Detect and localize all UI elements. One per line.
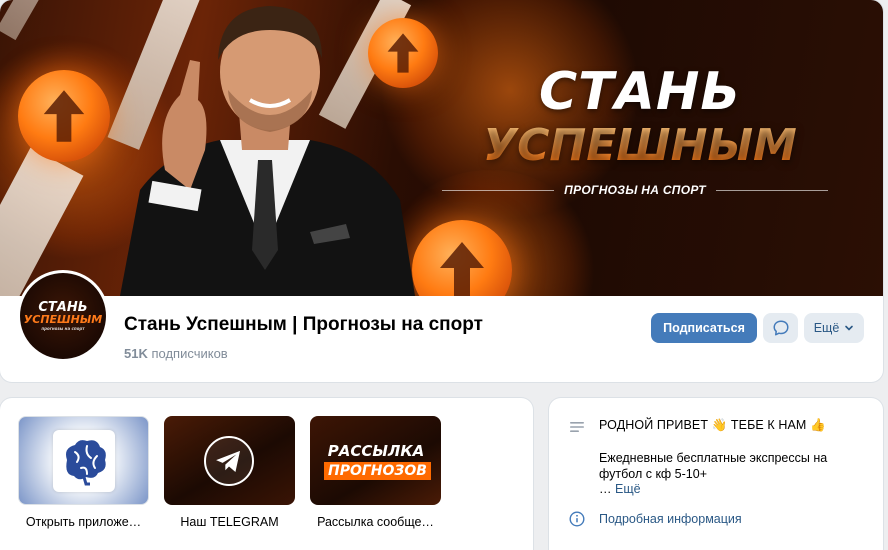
- group-description: Ежедневные бесплатные экспрессы на футбо…: [599, 451, 828, 481]
- telegram-plane-icon: [216, 450, 241, 473]
- cover-headline-line2: УСПЕШНЫМ: [440, 120, 840, 171]
- app-icon-frame: [53, 430, 115, 492]
- apps-card: Открыть приложе… Наш TELEGRAM РАССЫЛКА П…: [0, 398, 533, 550]
- cover-subline-text: ПРОГНОЗЫ НА СПОРТ: [564, 183, 706, 197]
- message-button[interactable]: [763, 313, 798, 343]
- app-thumbnail: [164, 416, 295, 505]
- app-label: Наш TELEGRAM: [180, 515, 279, 529]
- telegram-icon: [204, 436, 254, 486]
- show-more-link[interactable]: Ещё: [615, 482, 641, 496]
- subscribe-button[interactable]: Подписаться: [651, 313, 757, 343]
- ellipsis: …: [599, 482, 615, 496]
- group-title: Стань Успешным | Прогнозы на спорт: [124, 314, 483, 335]
- info-icon: [569, 511, 585, 527]
- message-icon: [773, 320, 788, 336]
- status-text: РОДНОЙ ПРИВЕТ 👋 ТЕБЕ К НАМ 👍: [599, 418, 826, 432]
- app-label: Открыть приложе…: [25, 515, 142, 529]
- app-thumbnail: [18, 416, 149, 505]
- avatar-logo-line1: СТАНЬ: [38, 299, 88, 315]
- mail-banner: РАССЫЛКА ПРОГНОЗОВ: [324, 442, 431, 480]
- app-label: Рассылка сообще…: [317, 515, 434, 529]
- cover-subline: ПРОГНОЗЫ НА СПОРТ: [442, 180, 828, 200]
- arrow-up-icon: [412, 220, 512, 296]
- torn-paper-decoration: [0, 0, 56, 41]
- more-button[interactable]: Ещё: [804, 313, 864, 343]
- text-lines-icon: [570, 422, 584, 432]
- cover-headline: СТАНЬ УСПЕШНЫМ: [440, 62, 840, 171]
- mail-banner-line1: РАССЫЛКА: [327, 442, 425, 460]
- divider: [442, 189, 555, 191]
- cover-headline-line1: СТАНЬ: [538, 62, 742, 122]
- app-thumbnail: РАССЫЛКА ПРОГНОЗОВ: [310, 416, 441, 505]
- app-tile[interactable]: Открыть приложе…: [18, 416, 149, 529]
- avatar-logo-line3: прогнозы на спорт: [41, 325, 85, 331]
- subscribers-label: подписчиков: [151, 346, 228, 361]
- avatar-logo: СТАНЬ УСПЕШНЫМ прогнозы на спорт: [20, 273, 106, 359]
- avatar[interactable]: СТАНЬ УСПЕШНЫМ прогнозы на спорт: [17, 270, 109, 362]
- group-header-card: СТАНЬ УСПЕШНЫМ ПРОГНОЗЫ НА СПОРТ СТАНЬ У…: [0, 0, 883, 382]
- arrow-up-icon: [18, 70, 110, 162]
- subscribers-number: 51K: [124, 346, 148, 361]
- brain-icon: [66, 440, 106, 486]
- subscribers-count[interactable]: 51K подписчиков: [124, 346, 228, 361]
- divider: [715, 189, 828, 191]
- avatar-logo-line2: УСПЕШНЫМ: [23, 312, 103, 326]
- app-tile[interactable]: РАССЫЛКА ПРОГНОЗОВ Рассылка сообще…: [310, 416, 441, 529]
- app-tile[interactable]: Наш TELEGRAM: [164, 416, 295, 529]
- chevron-down-icon: [845, 325, 854, 331]
- mail-banner-line2: ПРОГНОЗОВ: [324, 462, 431, 480]
- info-card: РОДНОЙ ПРИВЕТ 👋 ТЕБЕ К НАМ 👍 Ежедневные …: [549, 398, 883, 550]
- details-link[interactable]: Подробная информация: [599, 512, 742, 526]
- person-photo: [120, 6, 415, 296]
- description-more[interactable]: … Ещё: [599, 482, 641, 496]
- cover-image: СТАНЬ УСПЕШНЫМ ПРОГНОЗЫ НА СПОРТ: [0, 0, 883, 296]
- more-button-label: Ещё: [813, 321, 840, 335]
